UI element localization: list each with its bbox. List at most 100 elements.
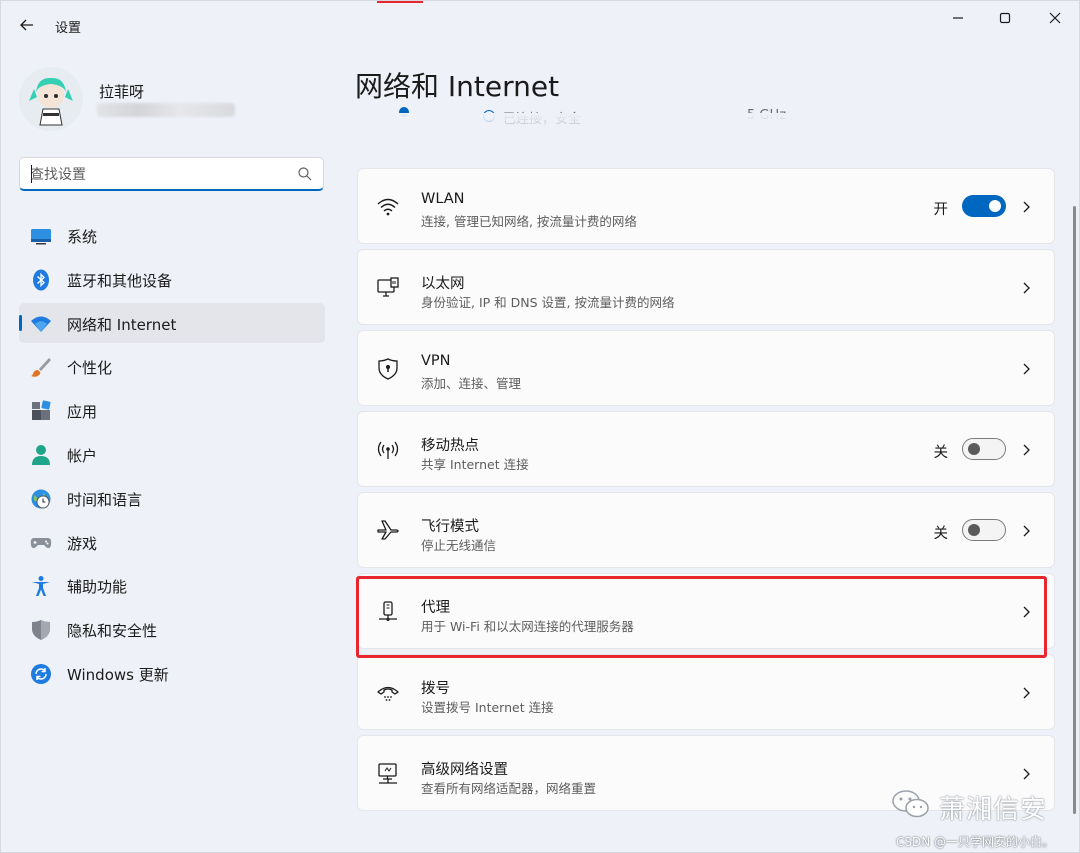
arrow-left-icon xyxy=(20,19,33,31)
card-description: 用于 Wi-Fi 和以太网连接的代理服务器 xyxy=(421,619,634,634)
close-button[interactable] xyxy=(1032,1,1078,35)
strip-fade xyxy=(355,113,1055,129)
chevron-right-icon[interactable] xyxy=(1020,359,1034,379)
sidebar-item-label: 辅助功能 xyxy=(67,578,128,597)
airplane-mode-toggle[interactable] xyxy=(962,519,1006,541)
card-description: 身份验证, IP 和 DNS 设置, 按流量计费的网络 xyxy=(421,295,675,310)
apps-icon xyxy=(32,400,51,421)
card-ethernet[interactable]: 以太网 身份验证, IP 和 DNS 设置, 按流量计费的网络 xyxy=(357,249,1055,325)
bluetooth-icon xyxy=(33,269,49,291)
system-display-icon xyxy=(31,229,51,245)
card-description: 添加、连接、管理 xyxy=(421,376,522,391)
back-button[interactable] xyxy=(13,11,41,39)
user-name: 拉菲呀 xyxy=(99,83,145,101)
sidebar-item-personalization[interactable]: 个性化 xyxy=(19,346,325,386)
chevron-right-icon[interactable] xyxy=(1020,440,1034,460)
sidebar-item-time-language[interactable]: 时间和语言 xyxy=(19,478,325,518)
wechat-logo-icon xyxy=(892,790,929,818)
sidebar-nav: 系统 蓝牙和其他设备 网络和 Internet 个性化 应用 帐户 时间和语言 … xyxy=(19,215,325,697)
card-description: 连接, 管理已知网络, 按流量计费的网络 xyxy=(421,214,637,229)
card-vpn[interactable]: VPN 添加、连接、管理 xyxy=(357,330,1055,406)
accessibility-icon xyxy=(32,576,50,597)
minimize-button[interactable] xyxy=(935,1,981,35)
hotspot-icon xyxy=(377,441,399,459)
close-icon xyxy=(1049,12,1061,24)
sidebar-item-windows-update[interactable]: Windows 更新 xyxy=(19,653,325,693)
account-icon xyxy=(32,444,50,465)
sidebar-item-label: Windows 更新 xyxy=(67,665,169,684)
airplane-icon xyxy=(377,520,399,540)
sidebar-item-bluetooth[interactable]: 蓝牙和其他设备 xyxy=(19,259,325,299)
dialup-phone-icon xyxy=(377,686,399,701)
card-mobile-hotspot[interactable]: 移动热点 共享 Internet 连接 关 xyxy=(357,411,1055,487)
sidebar-item-system[interactable]: 系统 xyxy=(19,215,325,255)
sidebar-item-label: 游戏 xyxy=(67,534,98,553)
sidebar-item-privacy[interactable]: 隐私和安全性 xyxy=(19,609,325,649)
card-airplane-mode[interactable]: 飞行模式 停止无线通信 关 xyxy=(357,492,1055,568)
page-title: 网络和 Internet xyxy=(355,70,560,103)
title-bar: 设置 xyxy=(1,1,1080,41)
card-description: 查看所有网络适配器，网络重置 xyxy=(421,781,597,796)
text-cursor xyxy=(31,165,32,183)
sidebar-item-label: 蓝牙和其他设备 xyxy=(67,271,173,290)
card-proxy[interactable]: 代理 用于 Wi-Fi 和以太网连接的代理服务器 xyxy=(357,573,1055,649)
globe-clock-icon xyxy=(31,489,51,509)
redacted-email xyxy=(97,103,235,117)
sidebar-item-label: 个性化 xyxy=(67,359,113,378)
card-title: 拨号 xyxy=(421,681,450,697)
maximize-icon xyxy=(999,12,1011,24)
card-title: 代理 xyxy=(421,600,450,616)
sidebar-item-label: 隐私和安全性 xyxy=(67,622,158,641)
sidebar-item-gaming[interactable]: 游戏 xyxy=(19,522,325,562)
card-title: 以太网 xyxy=(421,276,465,292)
chevron-right-icon[interactable] xyxy=(1020,278,1034,298)
maximize-button[interactable] xyxy=(982,1,1028,35)
sidebar-item-accounts[interactable]: 帐户 xyxy=(19,434,325,474)
settings-window: 设置 拉菲呀 查找设置 系统 蓝牙和其他设备 网络和 Internet 个性化 … xyxy=(0,0,1080,853)
sidebar-item-label: 应用 xyxy=(67,403,98,422)
wlan-toggle[interactable] xyxy=(962,195,1006,217)
watermark-credit: CSDN @一只学网安的小白。 xyxy=(896,835,1055,849)
chevron-right-icon[interactable] xyxy=(1020,602,1034,622)
watermark-text: 萧湘信安 xyxy=(939,795,1048,825)
sidebar-item-apps[interactable]: 应用 xyxy=(19,390,325,430)
chevron-right-icon[interactable] xyxy=(1020,521,1034,541)
proxy-icon xyxy=(379,601,397,621)
toggle-state-label: 关 xyxy=(933,445,949,461)
settings-cards: WLAN 连接, 管理已知网络, 按流量计费的网络 开 以太网 身份验证, IP… xyxy=(357,168,1055,816)
sidebar-item-accessibility[interactable]: 辅助功能 xyxy=(19,565,325,605)
sidebar-item-label: 帐户 xyxy=(67,446,98,465)
scrollbar[interactable] xyxy=(1073,206,1076,814)
card-title: 移动热点 xyxy=(421,438,479,454)
gamepad-icon xyxy=(30,537,52,548)
wifi-icon xyxy=(31,316,51,332)
card-dial-up[interactable]: 拨号 设置拨号 Internet 连接 xyxy=(357,654,1055,730)
sidebar-item-label: 系统 xyxy=(67,228,98,246)
chevron-right-icon[interactable] xyxy=(1020,764,1034,784)
card-title: VPN xyxy=(421,353,451,369)
card-description: 设置拨号 Internet 连接 xyxy=(421,700,554,715)
vpn-shield-icon xyxy=(378,358,398,380)
card-title: WLAN xyxy=(421,191,465,207)
advanced-network-icon xyxy=(378,763,397,784)
card-description: 共享 Internet 连接 xyxy=(421,457,529,472)
sidebar-item-label: 网络和 Internet xyxy=(67,315,177,334)
card-description: 停止无线通信 xyxy=(421,538,497,553)
search-input[interactable] xyxy=(30,164,280,186)
toggle-state-label: 关 xyxy=(933,526,949,542)
sidebar-item-label: 时间和语言 xyxy=(67,490,143,509)
card-wlan[interactable]: WLAN 连接, 管理已知网络, 按流量计费的网络 开 xyxy=(357,168,1055,244)
shield-icon xyxy=(32,620,50,641)
ethernet-icon xyxy=(377,277,399,297)
hotspot-toggle[interactable] xyxy=(962,438,1006,460)
chevron-right-icon[interactable] xyxy=(1020,683,1034,703)
search-box[interactable] xyxy=(19,157,324,191)
app-title: 设置 xyxy=(55,21,82,36)
toggle-state-label: 开 xyxy=(933,202,949,218)
search-icon[interactable] xyxy=(297,166,313,182)
chevron-right-icon[interactable] xyxy=(1020,197,1034,217)
card-title: 高级网络设置 xyxy=(421,762,508,778)
update-icon xyxy=(31,663,51,684)
card-title: 飞行模式 xyxy=(421,519,479,535)
sidebar-item-network[interactable]: 网络和 Internet xyxy=(19,302,325,343)
